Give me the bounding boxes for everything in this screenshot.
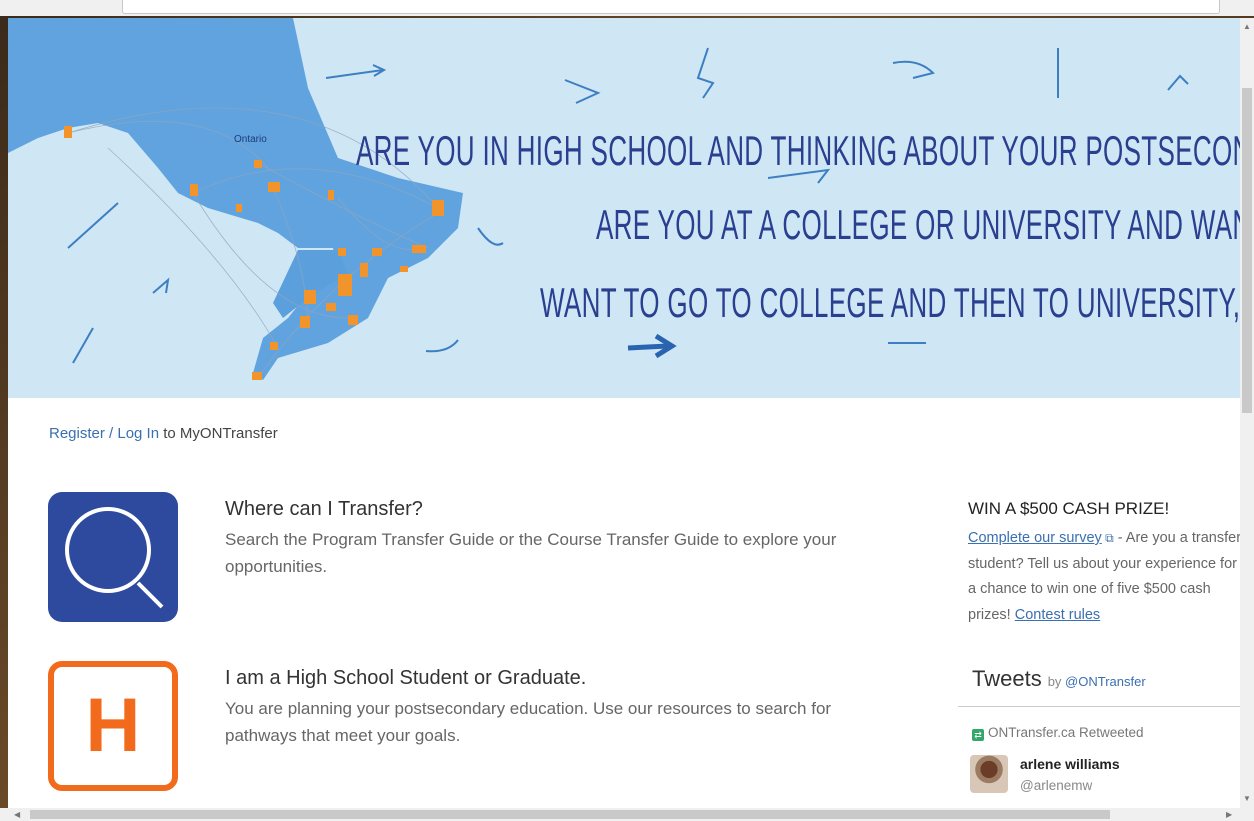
retweet-text: ONTransfer.ca Retweeted	[988, 725, 1144, 740]
curved-arrow-icon	[892, 60, 935, 79]
scroll-right-icon[interactable]: ▶	[1226, 810, 1232, 819]
page-viewport: Ontario ARE YOU IN HIGH SCHOOL AND THINK…	[8, 18, 1240, 808]
address-bar[interactable]	[122, 0, 1220, 14]
tweets-handle-link[interactable]: @ONTransfer	[1065, 674, 1146, 689]
retweet-icon: ⇄	[972, 729, 984, 741]
tweet-author-handle[interactable]: @arlenemw	[1020, 778, 1092, 793]
tweets-header: Tweets by @ONTransfer	[972, 666, 1146, 692]
feature-title[interactable]: Where can I Transfer?	[225, 498, 423, 521]
feature-description: Search the Program Transfer Guide or the…	[225, 530, 837, 576]
retweet-line: ⇄ ONTransfer.ca Retweeted	[972, 725, 1144, 741]
feature-title[interactable]: I am a High School Student or Graduate.	[225, 667, 586, 690]
scroll-up-icon[interactable]: ▲	[1243, 22, 1251, 31]
promo-title: WIN A $500 CASH PRIZE!	[968, 499, 1170, 518]
headline-line-3: WANT TO GO TO COLLEGE AND THEN TO UNIVER…	[540, 279, 1240, 326]
tweets-title: Tweets	[972, 666, 1042, 691]
horizontal-scrollbar[interactable]: ◀ ▶	[0, 808, 1254, 821]
arrow-right-icon	[325, 69, 384, 79]
horizontal-scroll-thumb[interactable]	[30, 810, 1110, 819]
curved-arrow-icon-3	[425, 339, 459, 353]
scroll-left-icon[interactable]: ◀	[14, 810, 20, 819]
headline-line-2: ARE YOU AT A COLLEGE OR UNIVERSITY AND W…	[596, 201, 1240, 248]
tweets-by-prefix: by	[1047, 674, 1066, 689]
arrow-outline-icon	[564, 79, 601, 104]
scroll-down-icon[interactable]: ▼	[1243, 794, 1251, 803]
contest-rules-link[interactable]: Contest rules	[1015, 607, 1100, 623]
search-icon[interactable]	[48, 492, 178, 622]
feature-description: You are planning your postsecondary educ…	[225, 699, 832, 745]
external-link-icon: ⧉	[1101, 531, 1114, 545]
headline-line-1: ARE YOU IN HIGH SCHOOL AND THINKING ABOU…	[356, 127, 1240, 174]
register-login-link[interactable]: Register / Log In	[49, 425, 159, 442]
diagonal-arrow-icon	[1167, 74, 1189, 91]
zigzag-arrow-icon	[696, 47, 715, 99]
tweet-author-name[interactable]: arlene williams	[1020, 756, 1120, 772]
promo-body: Complete our survey ⧉ - Are you a transf…	[968, 526, 1240, 628]
arrow-up-icon	[72, 327, 94, 364]
bold-arrow-icon	[627, 343, 669, 351]
browser-toolbar	[0, 0, 1254, 16]
hero-banner: Ontario ARE YOU IN HIGH SCHOOL AND THINK…	[8, 18, 1240, 398]
h-letter-icon[interactable]: H	[48, 661, 178, 791]
vertical-scroll-thumb[interactable]	[1242, 88, 1252, 413]
arrow-feather-icon	[67, 202, 119, 249]
h-letter: H	[85, 683, 141, 768]
avatar[interactable]	[970, 755, 1008, 793]
map-region-label: Ontario	[234, 134, 267, 145]
survey-link[interactable]: Complete our survey	[968, 530, 1102, 546]
divider	[958, 706, 1240, 707]
arrow-up-right-icon	[152, 277, 170, 294]
login-suffix: to MyONTransfer	[159, 425, 278, 442]
vertical-scrollbar[interactable]: ▲ ▼	[1240, 18, 1254, 808]
login-line: Register / Log In to MyONTransfer	[49, 425, 278, 442]
curved-arrow-icon-2	[477, 227, 504, 246]
